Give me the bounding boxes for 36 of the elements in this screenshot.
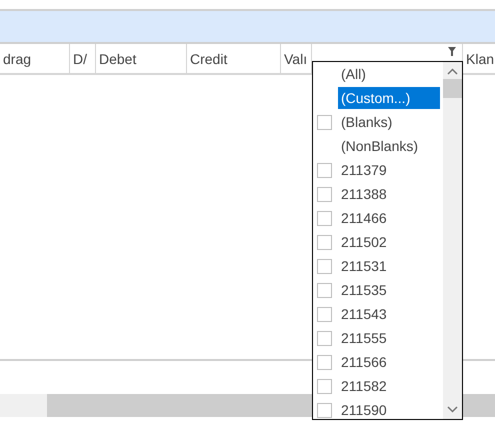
- checkbox[interactable]: [317, 186, 332, 202]
- scroll-up-icon[interactable]: [447, 68, 458, 75]
- filter-option[interactable]: 211590: [338, 399, 390, 421]
- checkbox[interactable]: [317, 402, 332, 418]
- checkbox[interactable]: [317, 234, 332, 250]
- filter-option[interactable]: 211466: [338, 207, 390, 229]
- column-header[interactable]: Debet: [96, 44, 187, 73]
- checkbox[interactable]: [317, 330, 332, 346]
- checkbox[interactable]: [317, 162, 332, 178]
- filter-option[interactable]: (NonBlanks): [338, 135, 422, 157]
- filter-option[interactable]: 211388: [338, 183, 390, 205]
- filter-option[interactable]: 211535: [338, 279, 390, 301]
- filter-option[interactable]: 211543: [338, 303, 390, 325]
- scrollbar-thumb[interactable]: [443, 79, 462, 98]
- filter-option[interactable]: 211379: [338, 159, 390, 181]
- filter-option[interactable]: (All): [338, 63, 369, 85]
- checkbox[interactable]: [317, 210, 332, 226]
- checkbox[interactable]: [317, 306, 332, 322]
- filter-option[interactable]: 211555: [338, 327, 390, 349]
- filter-option[interactable]: 211502: [338, 231, 390, 253]
- vertical-scrollbar[interactable]: [443, 62, 462, 419]
- checkbox[interactable]: [317, 354, 332, 370]
- checkbox[interactable]: [317, 378, 332, 394]
- checkbox[interactable]: [317, 282, 332, 298]
- column-header[interactable]: drag: [0, 44, 70, 73]
- scroll-down-icon[interactable]: [447, 406, 458, 413]
- filter-option[interactable]: 211566: [338, 351, 390, 373]
- filter-option[interactable]: (Blanks): [338, 111, 396, 133]
- filter-option[interactable]: (Custom...): [338, 87, 440, 109]
- column-header[interactable]: Credit: [187, 44, 281, 73]
- checkbox[interactable]: [317, 114, 332, 130]
- filter-option[interactable]: 211582: [338, 375, 390, 397]
- filter-icon[interactable]: [448, 47, 456, 56]
- column-header[interactable]: D/: [70, 44, 96, 73]
- checkbox[interactable]: [317, 258, 332, 274]
- filter-option[interactable]: 211531: [338, 255, 390, 277]
